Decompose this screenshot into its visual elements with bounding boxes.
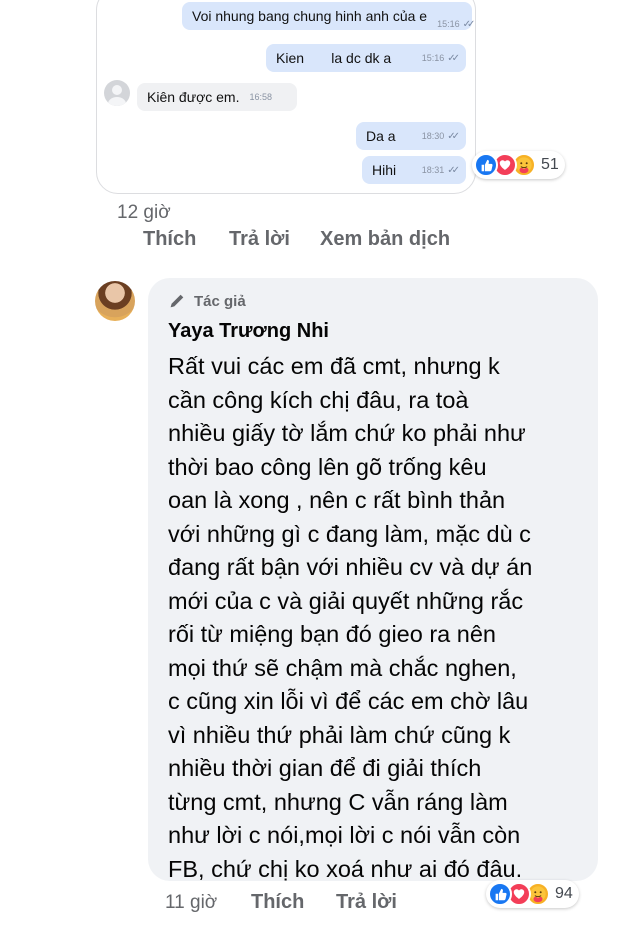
comment-body: Rất vui các em đã cmt, nhưng k cần công …	[168, 350, 588, 886]
comment-line: thời bao công lên gõ trống kêu	[168, 453, 487, 480]
comment-line: như lời c nói,mọi lời c nói vẫn còn	[168, 822, 521, 848]
comment-line: nhiều giấy tờ lắm chứ ko phải như	[168, 420, 526, 446]
comment-line: cần công kích chị đâu, ra toà	[168, 386, 469, 413]
comment-line: Rất vui các em đã cmt, nhưng k	[168, 353, 500, 379]
like-button[interactable]: Thích	[251, 891, 304, 914]
chat-message-time: 15:16	[437, 19, 460, 29]
comment-line: với những gì c đang làm, mặc dù c	[168, 520, 531, 547]
chat-message-text: Da a	[366, 128, 396, 144]
chat-message-time: 18:31	[421, 165, 445, 175]
chat-message-outgoing: Kien la dc dk a 15:16 ✓✓	[266, 44, 466, 72]
read-check-icon: ✓✓	[447, 130, 460, 142]
reaction-summary[interactable]: 94	[486, 880, 579, 908]
like-icon	[474, 153, 498, 177]
comment-author-name[interactable]: Yaya Trương Nhi	[168, 320, 329, 343]
reaction-summary[interactable]: 51	[472, 151, 565, 179]
comment-line: rối từ miệng bạn đó gieo ra nên	[168, 621, 496, 647]
chat-message-text: Voi nhung bang chung hinh anh của e	[192, 8, 428, 24]
chat-message-time: 18:30	[421, 131, 445, 141]
comment-line: mọi thứ sẽ chậm mà chắc nghen,	[168, 654, 517, 681]
chat-message-time: 15:16	[421, 53, 445, 63]
chat-contact-avatar-icon	[104, 80, 130, 106]
comment-timestamp[interactable]: 12 giờ	[117, 202, 171, 224]
comment-line: mới của c và giải quyết những rắc	[168, 587, 524, 614]
chat-message-text: Hihi	[372, 162, 397, 178]
comment-line: c cũng xin lỗi vì để các em chờ lâu	[168, 688, 529, 714]
comment-line: oan là xong , nên c rất bình thản	[168, 487, 506, 513]
comment-line: nhiều thời gian để đi giải thích	[168, 755, 482, 781]
chat-message-outgoing: Voi nhung bang chung hinh anh của e 15:1…	[182, 2, 476, 30]
reaction-count: 94	[555, 885, 573, 902]
like-icon	[488, 882, 512, 906]
chat-message-outgoing: Hihi 18:31 ✓✓	[362, 156, 466, 184]
author-badge-label: Tác giả	[194, 292, 246, 310]
chat-message-incoming: Kiên được em. 16:58	[137, 83, 297, 111]
comment-line: từng cmt, nhưng C vẫn ráng làm	[168, 788, 508, 815]
pencil-icon	[170, 294, 184, 308]
comment-line: vì nhiều thứ phải làm chứ cũng k	[168, 721, 511, 748]
chat-message-text: Kien la dc dk a	[276, 50, 392, 66]
see-translation-button[interactable]: Xem bản dịch	[320, 228, 450, 251]
author-avatar[interactable]	[95, 281, 135, 321]
chat-message-outgoing: Da a 18:30 ✓✓	[356, 122, 466, 150]
author-badge: Tác giả	[168, 292, 246, 310]
reply-button[interactable]: Trả lời	[336, 891, 397, 914]
reaction-count: 51	[541, 156, 559, 173]
chat-message-text: Kiên được em.	[147, 89, 240, 105]
reply-button[interactable]: Trả lời	[229, 228, 290, 251]
like-button[interactable]: Thích	[143, 228, 196, 251]
comment-line: đang rất bận với nhiều cv và dự án	[168, 554, 533, 580]
read-check-icon: ✓✓	[447, 52, 460, 64]
read-check-icon: ✓✓	[462, 19, 476, 30]
chat-message-time: 16:58	[249, 92, 273, 102]
read-check-icon: ✓✓	[447, 164, 460, 176]
comment-timestamp[interactable]: 11 giờ	[165, 892, 217, 914]
